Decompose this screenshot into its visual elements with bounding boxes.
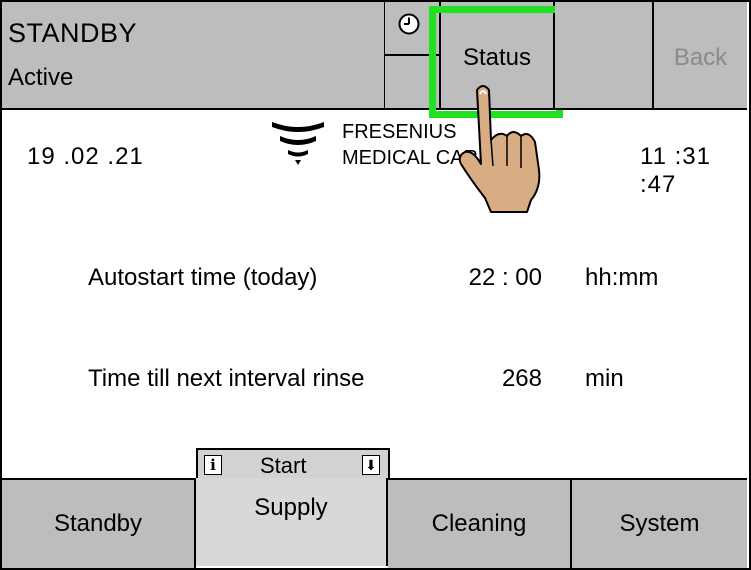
tab-cleaning[interactable]: Cleaning — [388, 478, 572, 568]
back-button-label: Back — [673, 44, 728, 71]
status-panel: STANDBY Active — [2, 2, 386, 110]
mode-subtitle: Active — [8, 64, 74, 91]
info-icon[interactable]: i — [204, 455, 222, 475]
interval-rinse-value: 268 — [501, 365, 542, 392]
tab-system-label: System — [619, 510, 700, 537]
interval-rinse-label: Time till next interval rinse — [88, 365, 365, 392]
arrow-down-icon[interactable]: ⬇ — [362, 455, 380, 475]
status-button-label: Status — [462, 44, 532, 71]
interval-rinse-unit: min — [585, 365, 624, 392]
tab-standby-label: Standby — [53, 510, 143, 537]
logo-line-2: MEDICAL CARE — [342, 147, 492, 169]
start-subtab[interactable]: i Start ⬇ — [196, 448, 390, 480]
autostart-value: 22 : 00 — [468, 264, 542, 291]
fresenius-logo-icon — [272, 122, 324, 165]
time-display: 11 :31 :47 — [640, 143, 711, 198]
company-logo-text: FRESENIUS MEDICAL CARE — [342, 119, 491, 171]
tab-system[interactable]: System — [572, 478, 747, 568]
back-button[interactable]: Back — [654, 2, 747, 110]
status-button[interactable]: Status — [441, 2, 555, 110]
tab-cleaning-label: Cleaning — [431, 510, 527, 537]
clock-icon — [398, 13, 420, 35]
clock-button[interactable] — [385, 2, 441, 56]
autostart-label: Autostart time (today) — [88, 264, 318, 291]
logo-line-1: FRESENIUS — [342, 121, 457, 143]
empty-button[interactable] — [555, 2, 654, 110]
tab-supply[interactable]: Supply — [196, 478, 388, 566]
subtab-label: Start — [260, 453, 307, 478]
date-display: 19 .02 .21 — [27, 143, 144, 170]
tab-supply-label: Supply — [254, 494, 328, 521]
blank-button[interactable] — [385, 56, 441, 110]
tab-standby[interactable]: Standby — [2, 478, 196, 568]
autostart-unit: hh:mm — [585, 264, 659, 291]
mode-title: STANDBY — [8, 18, 138, 48]
